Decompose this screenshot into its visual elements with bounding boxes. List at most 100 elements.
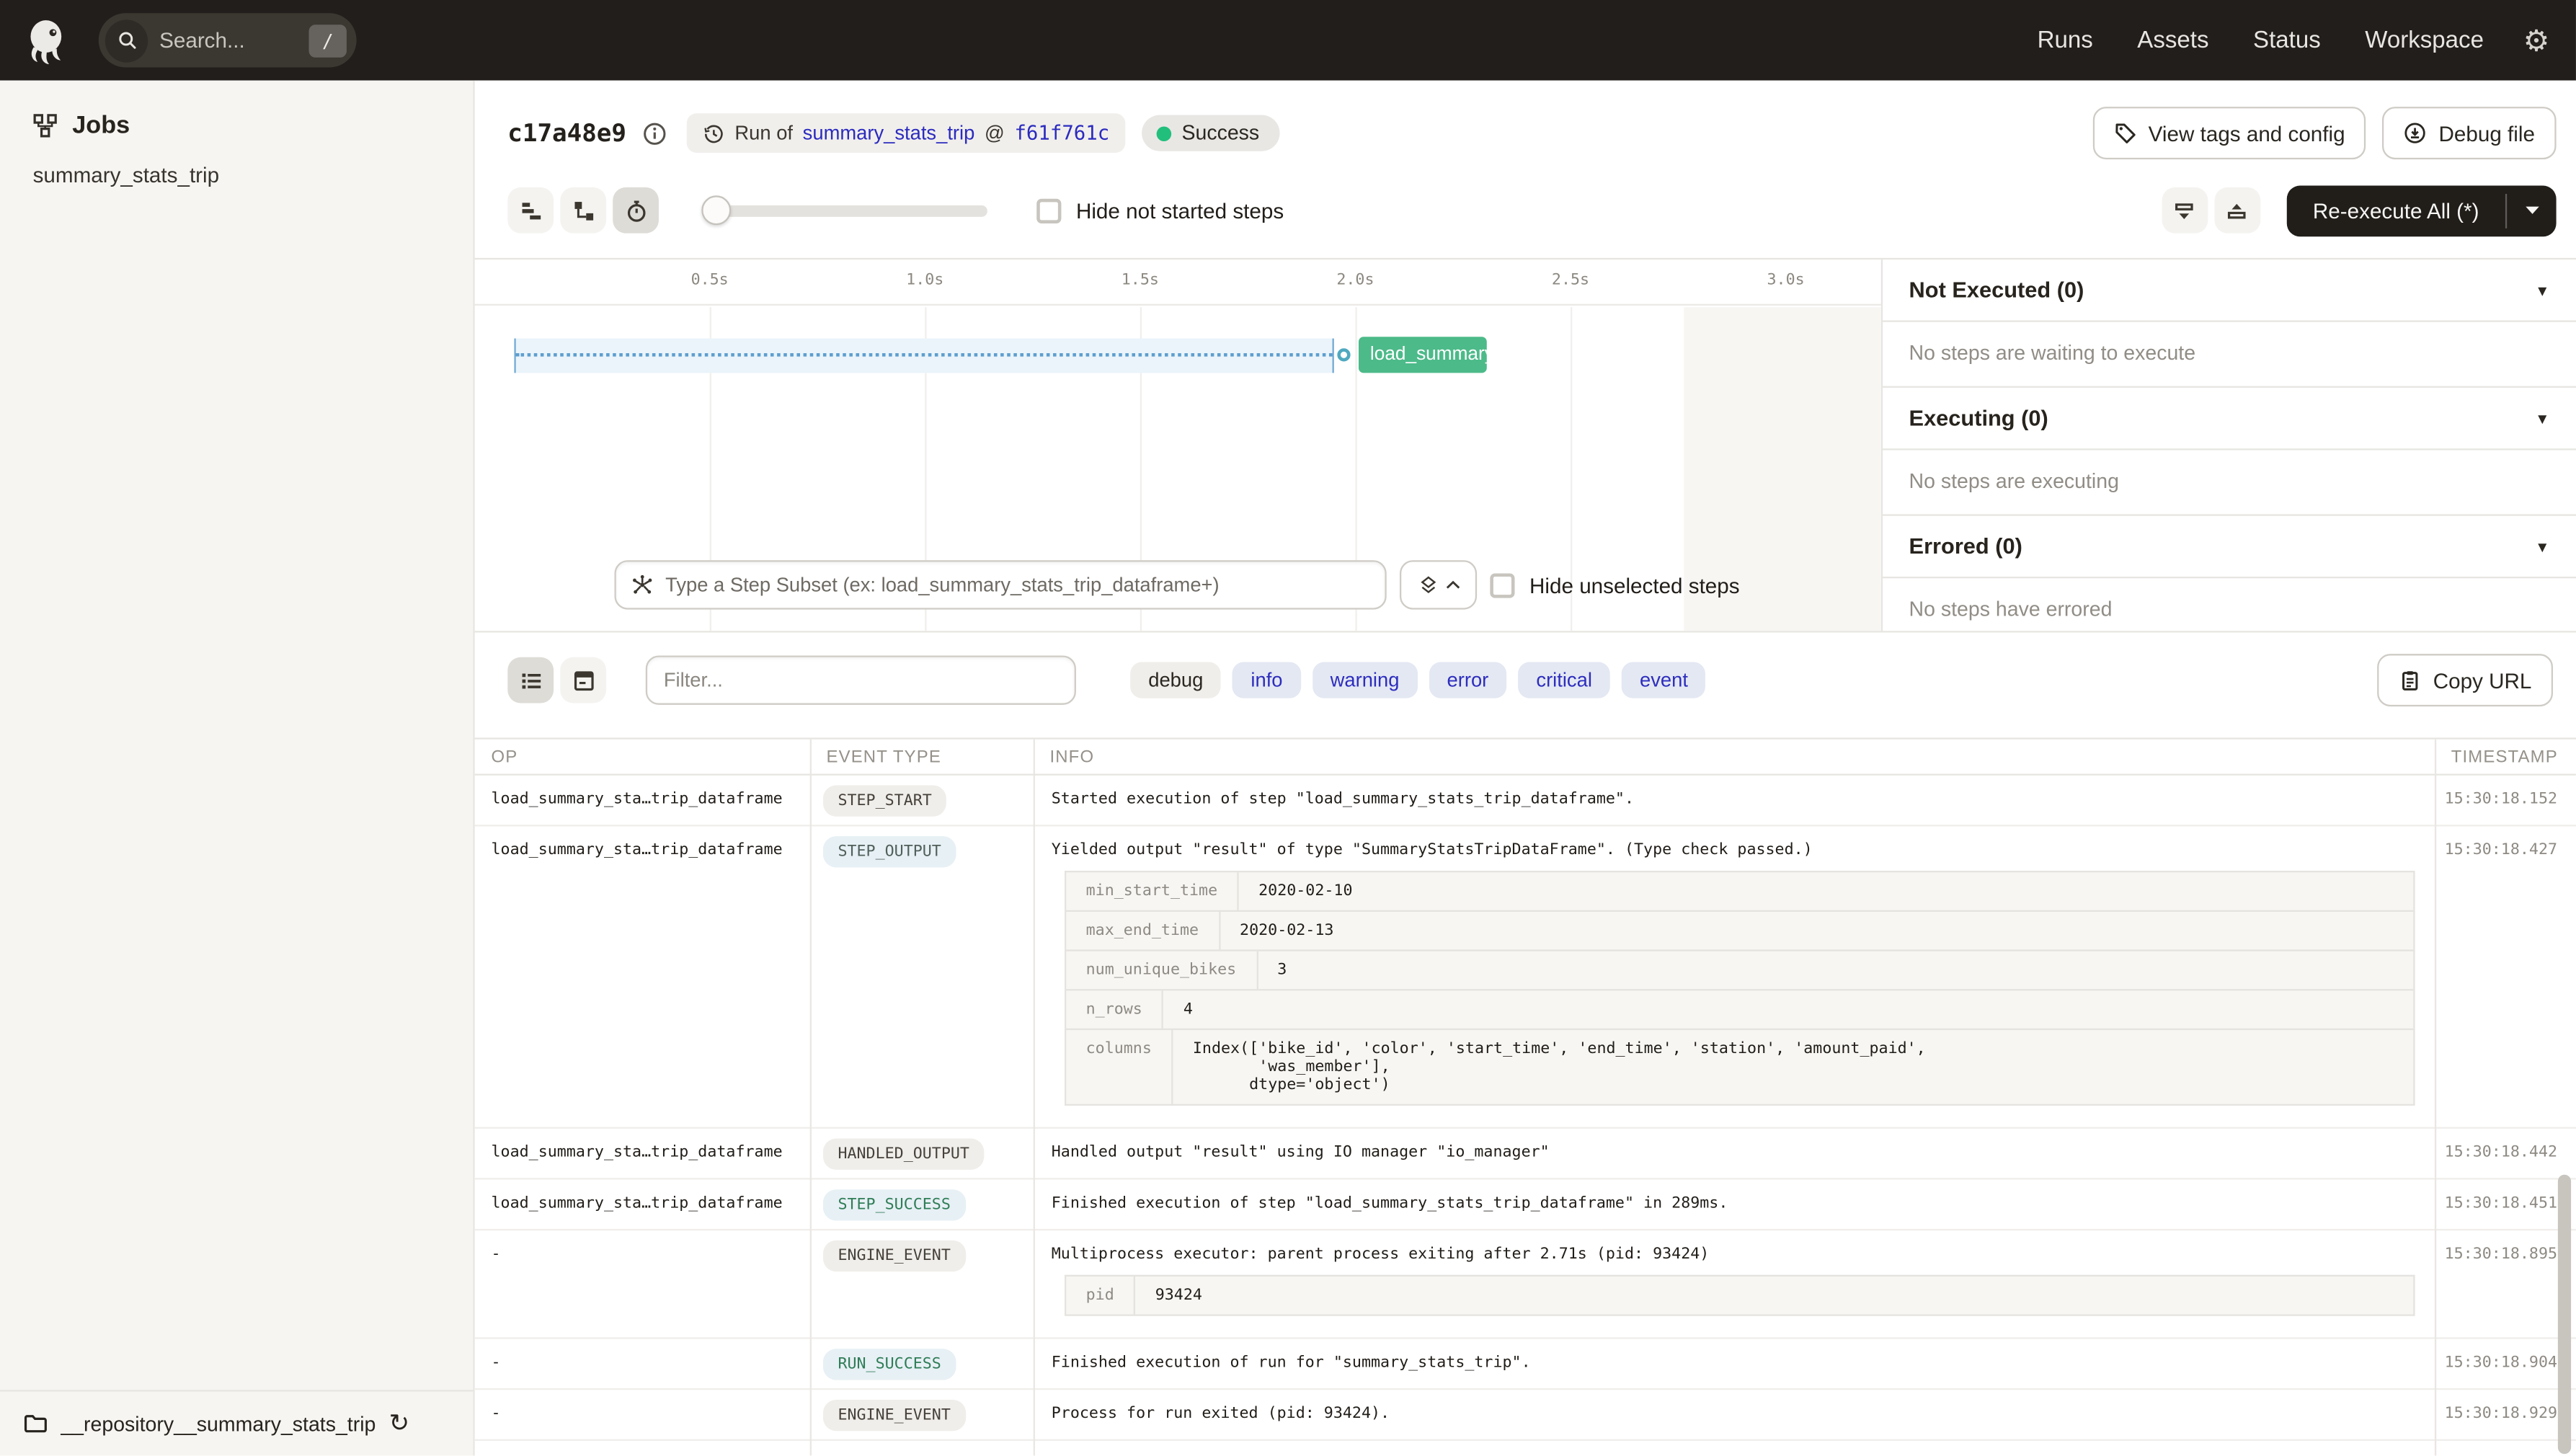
sidebar-header: Jobs: [0, 81, 473, 140]
info-icon[interactable]: [643, 121, 667, 146]
view-mode-timed-button[interactable]: [613, 187, 659, 234]
log-row[interactable]: - ENGINE_EVENT Process for run exited (p…: [474, 1390, 2576, 1441]
hide-not-started-checkbox[interactable]: Hide not started steps: [1036, 197, 1284, 223]
sidebar-item-job[interactable]: summary_stats_trip: [0, 140, 473, 187]
log-filter-placeholder: Filter...: [663, 668, 723, 692]
view-tags-config-label: View tags and config: [2148, 120, 2345, 146]
level-chip-debug[interactable]: debug: [1130, 662, 1222, 698]
section-not-executed[interactable]: Not Executed (0) ▼: [1883, 259, 2576, 322]
chevron-down-icon[interactable]: ▼: [2535, 282, 2549, 298]
copy-url-button[interactable]: Copy URL: [2377, 654, 2554, 707]
gantt-section: 0.5s 1.0s 1.5s 2.0s 2.5s 3.0s load_summary_: [474, 257, 2576, 633]
gantt-waiting-region[interactable]: [514, 338, 1334, 373]
log-row[interactable]: load_summary_sta…trip_dataframe STEP_STA…: [474, 776, 2576, 827]
section-errored[interactable]: Errored (0) ▼: [1883, 516, 2576, 579]
column-divider: [809, 739, 812, 1456]
repository-name: __repository__summary_stats_trip: [61, 1412, 376, 1435]
zoom-slider-knob[interactable]: [701, 195, 732, 225]
job-link[interactable]: summary_stats_trip: [803, 122, 975, 145]
level-chip-warning[interactable]: warning: [1312, 662, 1418, 698]
nav-link-workspace[interactable]: Workspace: [2365, 27, 2484, 53]
zoom-slider[interactable]: [701, 195, 987, 225]
section-empty-message: No steps are executing: [1883, 450, 2576, 516]
vertical-scrollbar[interactable]: [2557, 1174, 2572, 1455]
event-type-badge: STEP_SUCCESS: [822, 1189, 966, 1221]
top-nav: Search... / Runs Assets Status Workspace…: [0, 0, 2576, 81]
gantt-axis: 0.5s 1.0s 1.5s 2.0s 2.5s 3.0s: [474, 259, 1881, 306]
nav-link-status[interactable]: Status: [2253, 27, 2321, 53]
main-content: c17a48e9 Run of summary_stats_trip @ f61…: [474, 80, 2576, 1456]
hide-unselected-checkbox[interactable]: Hide unselected steps: [1490, 572, 1740, 598]
step-subset-placeholder: Type a Step Subset (ex: load_summary_sta…: [665, 573, 1220, 597]
log-row[interactable]: load_summary_sta…trip_dataframe STEP_SUC…: [474, 1180, 2576, 1231]
step-status-panel: Not Executed (0) ▼ No steps are waiting …: [1883, 259, 2576, 631]
reexecute-dropdown-caret[interactable]: [2507, 185, 2556, 236]
log-timestamp: 15:30:18.904: [2444, 1354, 2558, 1372]
axis-tick-label: 2.5s: [1551, 271, 1590, 290]
view-tags-config-button[interactable]: View tags and config: [2092, 107, 2367, 160]
log-row[interactable]: - RUN_SUCCESS Finished execution of run …: [474, 1339, 2576, 1390]
nav-link-assets[interactable]: Assets: [2137, 27, 2208, 53]
section-title: Executing (0): [1909, 405, 2048, 431]
view-mode-flat-button[interactable]: [507, 187, 554, 234]
gantt-waiting-dotted-line: [515, 353, 1333, 357]
step-subset-input[interactable]: Type a Step Subset (ex: load_summary_sta…: [614, 560, 1387, 610]
log-message: Yielded output "result" of type "Summary…: [1051, 841, 1813, 860]
gantt-chart-area[interactable]: load_summary_: [475, 307, 1881, 631]
axis-tick-label: 2.0s: [1336, 271, 1374, 290]
axis-tick-label: 0.5s: [690, 271, 729, 290]
reload-repository-icon[interactable]: ↻: [389, 1411, 410, 1436]
debug-file-button[interactable]: Debug file: [2383, 107, 2557, 160]
gantt-panel: 0.5s 1.0s 1.5s 2.0s 2.5s 3.0s load_summary_: [474, 259, 1883, 631]
success-dot-icon: [1157, 125, 1172, 141]
gantt-step-bar[interactable]: load_summary_: [1358, 337, 1487, 373]
log-view-structured-button[interactable]: [560, 657, 607, 703]
gantt-step-marker-icon: [1337, 348, 1351, 362]
level-chip-event[interactable]: event: [1621, 662, 1707, 698]
download-icon: [2404, 122, 2428, 145]
log-timestamp: 15:30:18.929: [2444, 1404, 2558, 1423]
status-label: Success: [1181, 121, 1260, 145]
reexecute-all-label[interactable]: Re-execute All (*): [2286, 185, 2505, 236]
axis-tick-label: 1.5s: [1121, 271, 1159, 290]
global-search-input[interactable]: Search... /: [98, 13, 357, 68]
settings-gear-icon[interactable]: ⚙: [2523, 25, 2550, 55]
chevron-down-icon[interactable]: ▼: [2535, 410, 2549, 427]
dagster-logo-icon[interactable]: [19, 14, 72, 66]
commit-link[interactable]: f61f761c: [1014, 122, 1109, 145]
log-filter-input[interactable]: Filter...: [645, 655, 1076, 705]
level-chip-critical[interactable]: critical: [1518, 662, 1610, 698]
log-row[interactable]: - ENGINE_EVENT Multiprocess executor: pa…: [474, 1230, 2576, 1339]
column-divider: [1033, 739, 1035, 1456]
event-type-badge: RUN_SUCCESS: [822, 1349, 956, 1380]
section-executing[interactable]: Executing (0) ▼: [1883, 388, 2576, 450]
run-id: c17a48e9: [507, 118, 626, 148]
at-sign: @: [985, 121, 1005, 145]
copy-url-label: Copy URL: [2433, 667, 2532, 693]
log-timestamp: 15:30:18.451: [2444, 1194, 2558, 1213]
log-view-list-button[interactable]: [507, 657, 554, 703]
history-icon: [703, 123, 725, 144]
chevron-down-icon[interactable]: ▼: [2535, 538, 2549, 554]
log-timestamp: 15:30:18.152: [2444, 790, 2558, 809]
sidebar-title: Jobs: [72, 111, 130, 140]
event-type-badge: HANDLED_OUTPUT: [822, 1138, 985, 1170]
log-row[interactable]: load_summary_sta…trip_dataframe STEP_OUT…: [474, 826, 2576, 1129]
scroll-to-bottom-button[interactable]: [2162, 187, 2208, 234]
level-chip-error[interactable]: error: [1429, 662, 1507, 698]
nav-link-runs[interactable]: Runs: [2038, 27, 2093, 53]
log-row[interactable]: load_summary_sta…trip_dataframe HANDLED_…: [474, 1129, 2576, 1180]
level-chip-info[interactable]: info: [1233, 662, 1301, 698]
graph-query-toggle-button[interactable]: [1399, 560, 1478, 610]
col-header-op: OP: [491, 747, 518, 768]
dagster-run-page: Search... / Runs Assets Status Workspace…: [0, 0, 2576, 1456]
reexecute-all-button[interactable]: Re-execute All (*): [2286, 185, 2557, 236]
nav-links: Runs Assets Status Workspace: [2038, 27, 2484, 53]
tag-icon: [2114, 122, 2137, 145]
scroll-to-top-button[interactable]: [2214, 187, 2260, 234]
log-message: Handled output "result" using IO manager…: [1051, 1143, 1550, 1162]
section-title: Not Executed (0): [1909, 278, 2084, 303]
search-placeholder: Search...: [159, 27, 245, 53]
view-mode-waterfall-button[interactable]: [560, 187, 607, 234]
run-of-prefix: Run of: [734, 121, 794, 145]
